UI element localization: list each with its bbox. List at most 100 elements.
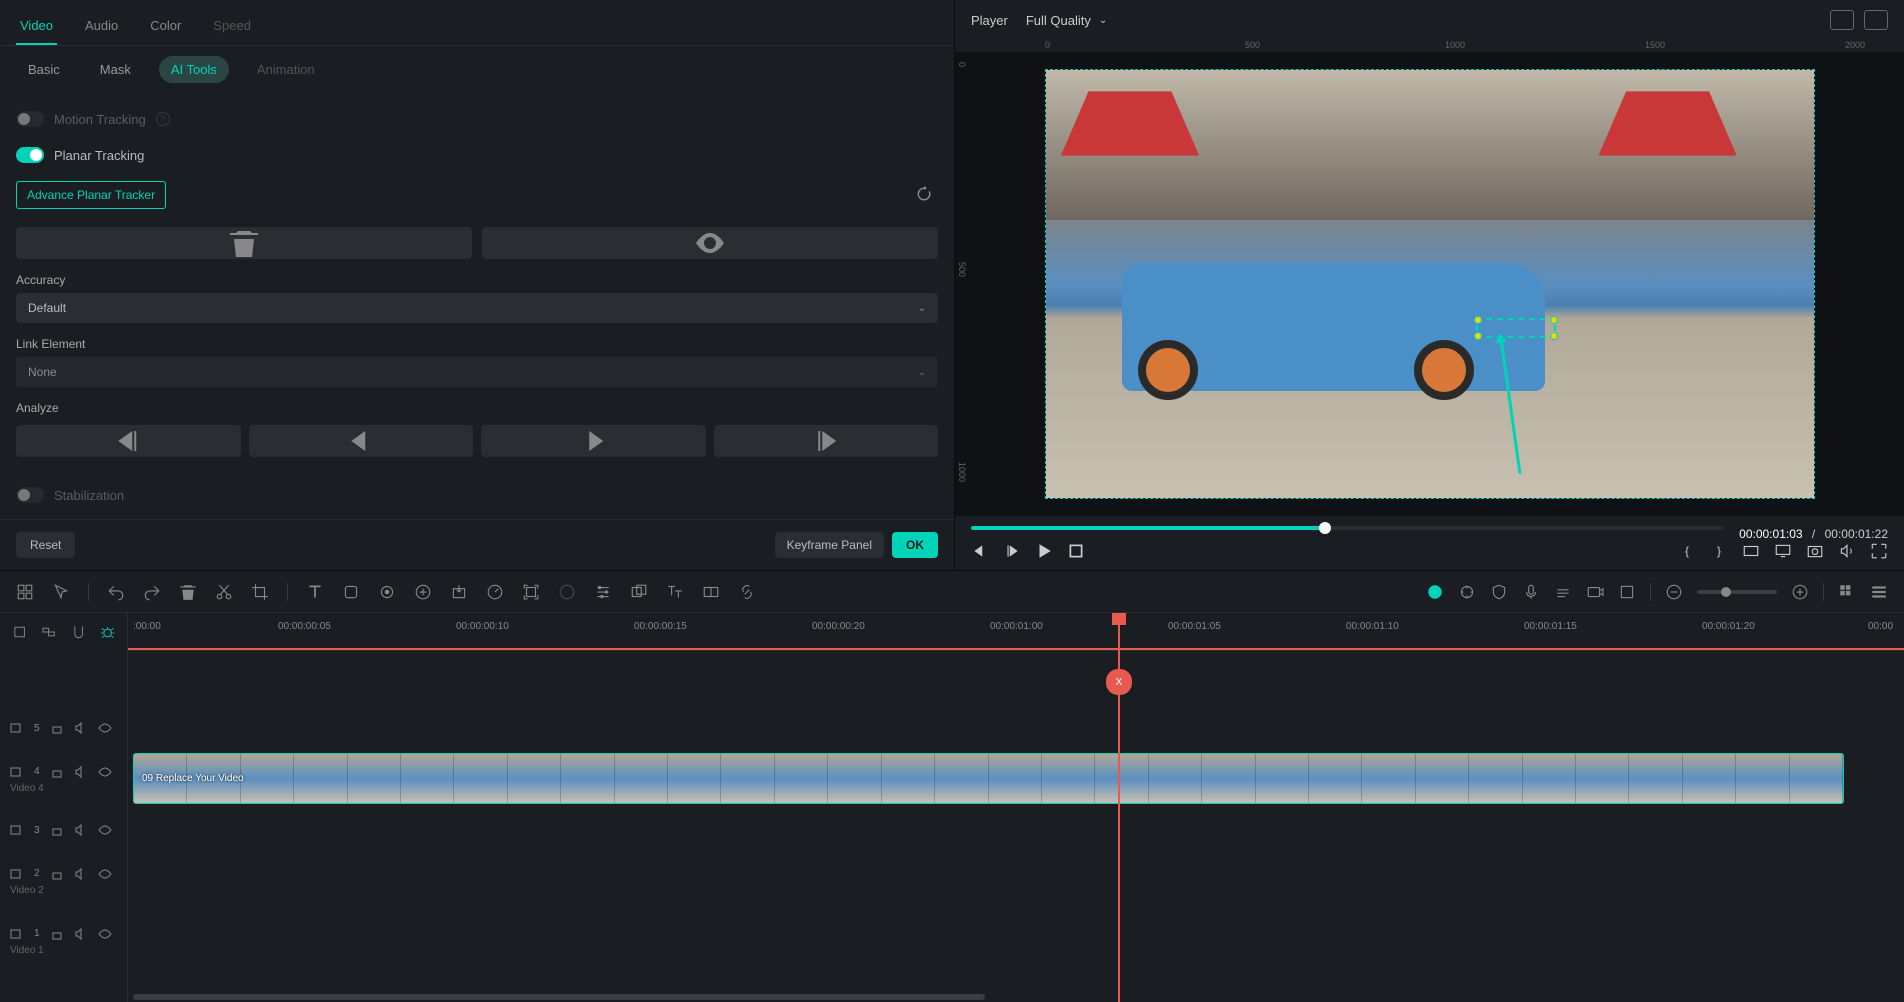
progress-handle[interactable] bbox=[1319, 522, 1331, 534]
pointer-tool-icon[interactable] bbox=[52, 583, 70, 601]
eye-icon[interactable] bbox=[98, 823, 112, 837]
volume-icon[interactable] bbox=[1838, 542, 1856, 560]
mark-out-button[interactable]: } bbox=[1710, 542, 1728, 560]
fullscreen-icon[interactable] bbox=[1870, 542, 1888, 560]
horizontal-scrollbar[interactable] bbox=[128, 992, 1904, 1002]
mute-icon[interactable] bbox=[74, 721, 88, 735]
planar-tracking-toggle[interactable] bbox=[16, 147, 44, 163]
video-preview-area[interactable]: 0 500 1000 bbox=[955, 52, 1904, 516]
scrollbar-thumb[interactable] bbox=[133, 994, 985, 1000]
lock-icon[interactable] bbox=[50, 867, 64, 881]
playhead-marker[interactable]: X bbox=[1106, 669, 1132, 695]
reset-button[interactable]: Reset bbox=[16, 532, 75, 558]
ai-icon[interactable] bbox=[1426, 583, 1444, 601]
record-icon[interactable] bbox=[1586, 583, 1604, 601]
snapshot-icon[interactable] bbox=[1806, 542, 1824, 560]
keyframe-panel-button[interactable]: Keyframe Panel bbox=[775, 532, 884, 558]
tab-video[interactable]: Video bbox=[16, 8, 57, 45]
track-row[interactable] bbox=[128, 809, 1904, 851]
cut-icon[interactable] bbox=[215, 583, 233, 601]
info-icon[interactable]: ? bbox=[156, 112, 170, 126]
ok-button[interactable]: OK bbox=[892, 532, 938, 558]
timeline-tracks-area[interactable]: :00:00 00:00:00:05 00:00:00:10 00:00:00:… bbox=[128, 613, 1904, 1002]
analyze-forward-button[interactable] bbox=[481, 425, 706, 457]
eye-icon[interactable] bbox=[98, 927, 112, 941]
snap-icon[interactable] bbox=[12, 624, 27, 640]
video-track-icon[interactable] bbox=[10, 823, 24, 837]
track-row[interactable] bbox=[128, 911, 1904, 971]
video-clip[interactable]: 09 Replace Your Video bbox=[133, 753, 1844, 804]
video-track-icon[interactable] bbox=[10, 765, 24, 779]
translate-icon[interactable] bbox=[666, 583, 684, 601]
zoom-out-icon[interactable] bbox=[1665, 583, 1683, 601]
transition-icon[interactable] bbox=[414, 583, 432, 601]
rectangle-icon[interactable] bbox=[702, 583, 720, 601]
playhead[interactable]: X bbox=[1118, 613, 1120, 1002]
eye-icon[interactable] bbox=[98, 721, 112, 735]
select-tool-icon[interactable] bbox=[16, 583, 34, 601]
grid-icon[interactable] bbox=[1838, 583, 1856, 601]
quality-dropdown[interactable]: Full Quality ⌄ bbox=[1026, 13, 1107, 28]
speed-icon[interactable] bbox=[486, 583, 504, 601]
color-icon[interactable] bbox=[558, 583, 576, 601]
analyze-step-back-button[interactable] bbox=[16, 425, 241, 457]
image-icon[interactable] bbox=[1864, 10, 1888, 30]
sticker-icon[interactable] bbox=[342, 583, 360, 601]
time-ruler[interactable]: :00:00 00:00:00:05 00:00:00:10 00:00:00:… bbox=[128, 613, 1904, 651]
mute-icon[interactable] bbox=[74, 823, 88, 837]
tab-color[interactable]: Color bbox=[146, 8, 185, 45]
mute-icon[interactable] bbox=[74, 765, 88, 779]
tab-audio[interactable]: Audio bbox=[81, 8, 122, 45]
ratio-icon[interactable] bbox=[1742, 542, 1760, 560]
monitor-icon[interactable] bbox=[1774, 542, 1792, 560]
adjust-icon[interactable] bbox=[594, 583, 612, 601]
magnet-icon[interactable] bbox=[71, 624, 86, 640]
analyze-step-forward-button[interactable] bbox=[714, 425, 939, 457]
video-frame[interactable] bbox=[1045, 69, 1815, 499]
tab-ai-tools[interactable]: AI Tools bbox=[159, 56, 229, 83]
track-row[interactable] bbox=[128, 851, 1904, 911]
delete-icon[interactable] bbox=[179, 583, 197, 601]
prev-frame-button[interactable] bbox=[971, 542, 989, 560]
mute-icon[interactable] bbox=[74, 867, 88, 881]
zoom-slider[interactable] bbox=[1697, 590, 1777, 594]
stop-button[interactable] bbox=[1067, 542, 1085, 560]
lock-icon[interactable] bbox=[50, 765, 64, 779]
tracker-selection-box[interactable] bbox=[1476, 318, 1556, 338]
track-row[interactable]: 09 Replace Your Video bbox=[128, 749, 1904, 809]
link-icon[interactable] bbox=[738, 583, 756, 601]
eye-icon[interactable] bbox=[98, 765, 112, 779]
visibility-tracker-button[interactable] bbox=[482, 227, 938, 259]
link-tracks-icon[interactable] bbox=[41, 624, 56, 640]
layout-icon[interactable] bbox=[1830, 10, 1854, 30]
enhance-icon[interactable] bbox=[1458, 583, 1476, 601]
analyze-back-button[interactable] bbox=[249, 425, 474, 457]
bug-icon[interactable] bbox=[100, 624, 115, 640]
play-button[interactable] bbox=[1035, 542, 1053, 560]
undo-icon[interactable] bbox=[107, 583, 125, 601]
redo-icon[interactable] bbox=[143, 583, 161, 601]
effect-icon[interactable] bbox=[378, 583, 396, 601]
step-forward-button[interactable] bbox=[1003, 542, 1021, 560]
shield-icon[interactable] bbox=[1490, 583, 1508, 601]
video-track-icon[interactable] bbox=[10, 721, 24, 735]
detect-icon[interactable] bbox=[522, 583, 540, 601]
accuracy-dropdown[interactable]: Default ⌄ bbox=[16, 293, 938, 323]
lock-icon[interactable] bbox=[50, 721, 64, 735]
motion-tracking-toggle[interactable] bbox=[16, 111, 44, 127]
text-icon[interactable] bbox=[306, 583, 324, 601]
options-icon[interactable] bbox=[1870, 583, 1888, 601]
audio-icon[interactable] bbox=[1554, 583, 1572, 601]
video-track-icon[interactable] bbox=[10, 867, 24, 881]
lock-icon[interactable] bbox=[50, 927, 64, 941]
track-row[interactable] bbox=[128, 707, 1904, 749]
marker-icon[interactable] bbox=[1618, 583, 1636, 601]
eye-icon[interactable] bbox=[98, 867, 112, 881]
progress-bar[interactable] bbox=[971, 526, 1723, 530]
mic-icon[interactable] bbox=[1522, 583, 1540, 601]
tab-mask[interactable]: Mask bbox=[88, 56, 143, 83]
advance-planar-tracker-button[interactable]: Advance Planar Tracker bbox=[16, 181, 166, 209]
group-icon[interactable] bbox=[630, 583, 648, 601]
export-frame-icon[interactable] bbox=[450, 583, 468, 601]
link-element-dropdown[interactable]: None ⌄ bbox=[16, 357, 938, 387]
